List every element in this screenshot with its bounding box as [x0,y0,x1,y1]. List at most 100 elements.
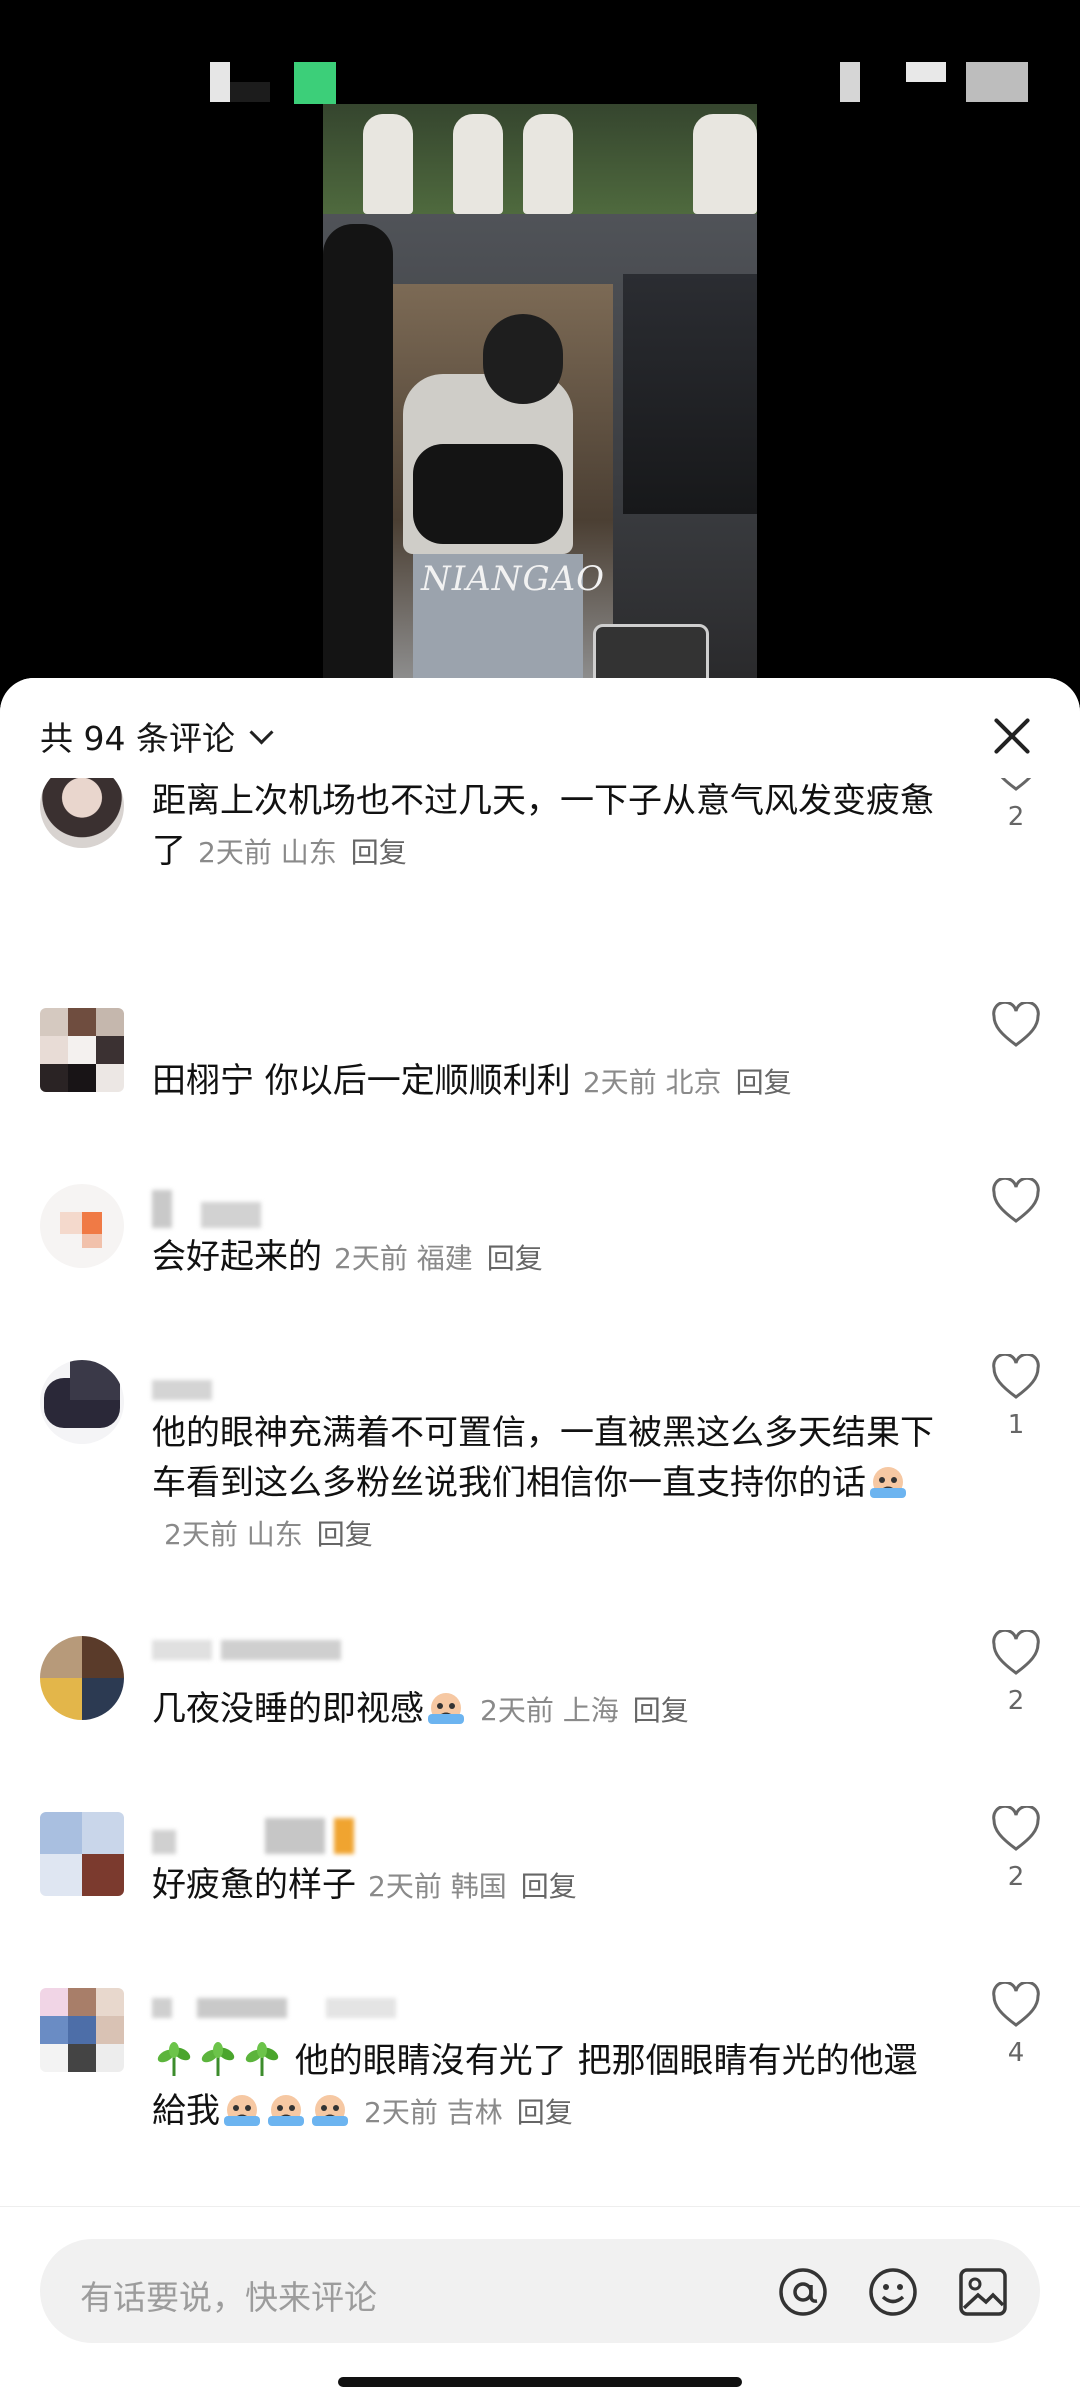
video-figure [693,114,757,214]
comment-time: 2天前 [364,2096,438,2129]
like-button[interactable] [988,1002,1044,1048]
comment-body: 会好起来的 2天前 福建 回复 [152,1232,942,1284]
reply-button[interactable]: 回复 [633,1694,689,1727]
comment-text: 几夜没睡的即视感 [152,1689,424,1729]
video-person-head [483,314,563,404]
comment-body: 距离上次机场也不过几天，一下子从意气风发变疲惫了 2天前 山东 回复 [152,776,942,878]
like-count: 2 [1007,1686,1025,1716]
video-watermark: NIANGAO [420,559,606,599]
comment-sheet-header: 共 94 条评论 [0,678,1080,778]
home-indicator[interactable] [338,2377,742,2387]
comment-location: 山东 [246,1518,303,1551]
reply-button[interactable]: 回复 [351,836,407,869]
heart-icon [992,1630,1040,1675]
video-bag [413,444,563,544]
reply-button[interactable]: 回复 [517,2096,573,2129]
username-redacted[interactable] [152,1374,212,1407]
comment-location: 山东 [280,836,337,869]
comment-item: 好疲惫的样子 2天前 韩国 回复 2 [0,1806,1080,1962]
user-avatar[interactable] [40,1812,124,1896]
comment-item: 他的眼神充满着不可置信，一直被黑这么多天结果下车看到这么多粉丝说我们相信你一直支… [0,1354,1080,1570]
reply-button[interactable]: 回复 [736,1066,792,1099]
close-icon[interactable] [990,714,1034,758]
comment-meta: 2天前 福建 回复 [334,1242,543,1275]
comment-count-selector[interactable]: 共 94 条评论 [40,712,274,760]
comment-meta: 2天前 韩国 回复 [368,1870,577,1903]
comment-time: 2天前 [368,1870,442,1903]
comment-sheet: 距离上次机场也不过几天，一下子从意气风发变疲惫了 2天前 山东 回复 2 田栩宁… [0,678,1080,2400]
status-blob [210,62,230,102]
emoji-icon[interactable] [866,2265,920,2319]
video-figure [363,114,413,214]
username-redacted[interactable] [152,1818,354,1861]
comment-location: 韩国 [450,1870,507,1903]
status-blob [840,62,860,102]
video-guard [323,224,393,678]
comment-meta: 2天前 北京 回复 [583,1066,792,1099]
video-car-window [623,274,757,514]
like-button[interactable] [988,1178,1044,1224]
comment-body: 他的眼神充满着不可置信，一直被黑这么多天结果下车看到这么多粉丝说我们相信你一直支… [152,1408,942,1560]
like-count: 1 [1007,1410,1025,1440]
comment-time: 2天前 [334,1242,408,1275]
comment-time: 2天前 [198,836,272,869]
crying-emoji-icon [268,2095,304,2126]
comment-count-label: 共 94 条评论 [40,719,235,758]
reply-button[interactable]: 回复 [521,1870,577,1903]
username-redacted[interactable] [152,1992,396,2025]
like-count: 4 [1007,2038,1025,2068]
herb-emoji-icon [245,2042,279,2076]
like-button[interactable]: 1 [988,1354,1044,1440]
video-figure [453,114,503,214]
video-player[interactable]: NIANGAO [323,104,757,678]
comment-location: 福建 [416,1242,473,1275]
status-blob [966,62,1028,102]
like-button[interactable]: 2 [988,1630,1044,1716]
comment-body: 几夜没睡的即视感 2天前 上海 回复 [152,1684,942,1736]
heart-icon [992,1806,1040,1851]
username-redacted[interactable] [152,1190,261,1235]
comment-item: 距离上次机场也不过几天，一下子从意气风发变疲惫了 2天前 山东 回复 2 [0,746,1080,938]
comment-input-placeholder: 有话要说，快来评论 [80,2278,377,2317]
video-phone [593,624,709,678]
status-blob [230,82,270,102]
comment-body: 他的眼睛沒有光了 把那個眼睛有光的他還給我 2天前 吉林 回复 [152,2036,942,2138]
comment-list[interactable]: 距离上次机场也不过几天，一下子从意气风发变疲惫了 2天前 山东 回复 2 田栩宁… [0,678,1080,2206]
heart-icon [992,1982,1040,2027]
comment-body: 田栩宁 你以后一定顺顺利利 2天前 北京 回复 [152,1056,942,1108]
herb-emoji-icon [157,2042,191,2076]
comment-input[interactable]: 有话要说，快来评论 [40,2239,1040,2343]
comment-input-bar: 有话要说，快来评论 [0,2206,1080,2400]
user-avatar[interactable] [40,1636,124,1720]
herb-emoji-icon [201,2042,235,2076]
user-avatar[interactable] [40,1360,124,1444]
user-avatar[interactable] [40,1184,124,1268]
comment-body: 好疲惫的样子 2天前 韩国 回复 [152,1860,942,1912]
like-count: 2 [1007,1862,1025,1892]
image-icon[interactable] [956,2265,1010,2319]
status-blob [906,62,946,82]
user-avatar[interactable] [40,1008,124,1092]
user-avatar[interactable] [40,1988,124,2072]
mention-icon[interactable] [776,2265,830,2319]
comment-text: 田栩宁 你以后一定顺顺利利 [152,1061,571,1101]
comment-meta: 2天前 山东 回复 [164,1518,373,1551]
comment-item: 会好起来的 2天前 福建 回复 [0,1178,1080,1324]
comment-meta: 2天前 山东 回复 [198,836,407,869]
crying-emoji-icon [870,1467,906,1498]
crying-emoji-icon [224,2095,260,2126]
video-figure [523,114,573,214]
reply-button[interactable]: 回复 [487,1242,543,1275]
reply-button[interactable]: 回复 [317,1518,373,1551]
status-bar [0,0,1080,110]
like-button[interactable]: 4 [988,1982,1044,2068]
like-count: 2 [1007,802,1025,832]
status-blob [294,62,336,104]
like-button[interactable]: 2 [988,1806,1044,1892]
chevron-down-icon [249,719,274,745]
comment-time: 2天前 [164,1518,238,1551]
heart-icon [992,1354,1040,1399]
comment-text: 会好起来的 [152,1237,322,1277]
username-redacted[interactable] [152,1634,341,1667]
comment-location: 吉林 [446,2096,503,2129]
